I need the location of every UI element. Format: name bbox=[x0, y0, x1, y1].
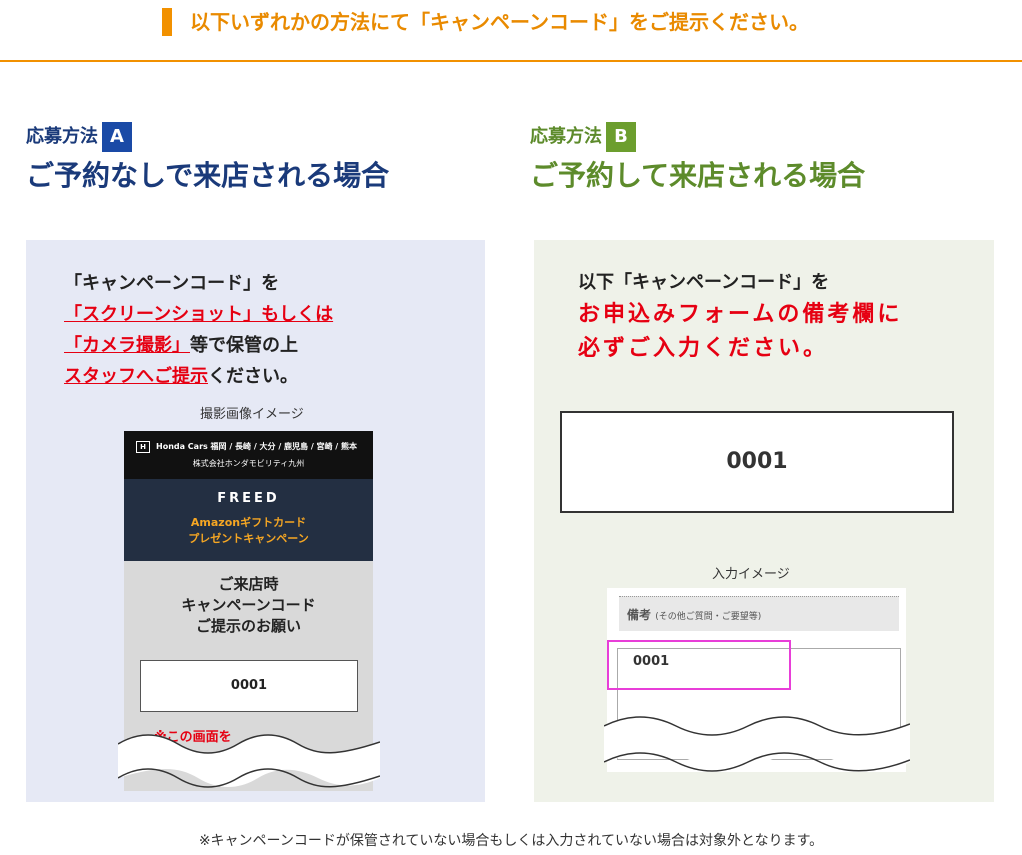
phone-msg-line3: ご提示のお願い bbox=[195, 617, 301, 635]
phone-brand: H Honda Cars 福岡 / 長崎 / 大分 / 鹿児島 / 宮崎 / 熊本 bbox=[136, 441, 357, 453]
method-a-label: 応募方法 A bbox=[26, 122, 389, 152]
method-a-line3-rest: 等で保管の上 bbox=[190, 335, 298, 356]
method-a-title: ご予約なしで来店される場合 bbox=[26, 159, 390, 192]
method-a-label-text: 応募方法 bbox=[26, 126, 98, 147]
phone-promo-text: Amazonギフトカード プレゼントキャンペーン bbox=[124, 515, 373, 547]
method-b-line1: 以下「キャンペーンコード」を bbox=[578, 272, 830, 293]
method-a-line3-red: 「カメラ撮影」 bbox=[64, 335, 190, 356]
form-label-text: 備考 bbox=[627, 608, 652, 622]
method-b-label-text: 応募方法 bbox=[530, 126, 602, 147]
method-a-line4-red: スタッフへご提示 bbox=[64, 366, 208, 387]
honda-logo-icon: H bbox=[136, 441, 150, 453]
method-a-badge: A bbox=[102, 122, 132, 152]
method-a-caption: 撮影画像イメージ bbox=[200, 407, 304, 422]
method-b-red-instructions: お申込みフォームの備考欄に 必ずご入力ください。 bbox=[578, 298, 902, 366]
footer-note: ※キャンペーンコードが保管されていない場合もしくは入力されていない場合は対象外と… bbox=[198, 833, 824, 849]
highlight-box bbox=[607, 640, 791, 690]
method-b-title: ご予約して来店される場合 bbox=[530, 159, 866, 192]
method-a-instructions: 「キャンペーンコード」を 「スクリーンショット」もしくは 「カメラ撮影」等で保管… bbox=[64, 268, 333, 392]
method-b-heading: 応募方法 B ご予約して来店される場合 bbox=[530, 122, 865, 194]
torn-edge-a bbox=[118, 734, 380, 788]
phone-message: ご来店時 キャンペーンコード ご提示のお願い bbox=[124, 574, 373, 637]
method-a-line4-rest: ください。 bbox=[208, 366, 298, 387]
header-divider bbox=[0, 60, 1022, 62]
header-accent-bar bbox=[162, 8, 172, 36]
method-b-line3: 必ずご入力ください。 bbox=[578, 336, 829, 361]
method-a-line3: 「カメラ撮影」等で保管の上 bbox=[64, 330, 333, 361]
method-b-badge: B bbox=[606, 122, 636, 152]
phone-promo-line1: Amazonギフトカード bbox=[190, 516, 307, 529]
phone-promo-banner: FREED Amazonギフトカード プレゼントキャンペーン bbox=[124, 479, 373, 561]
phone-model: FREED bbox=[217, 491, 280, 506]
campaign-code-box: 0001 bbox=[560, 411, 954, 513]
method-b-label: 応募方法 B bbox=[530, 122, 865, 152]
phone-promo-line2: プレゼントキャンペーン bbox=[188, 532, 309, 545]
phone-code-box: 0001 bbox=[140, 660, 358, 712]
method-a-line2: 「スクリーンショット」もしくは bbox=[64, 304, 334, 325]
torn-edge-b bbox=[604, 716, 910, 772]
phone-corp: 株式会社ホンダモビリティ九州 bbox=[192, 459, 305, 468]
phone-header: H Honda Cars 福岡 / 長崎 / 大分 / 鹿児島 / 宮崎 / 熊本… bbox=[124, 431, 373, 479]
form-remarks-label: 備考 (その他ご質問・ご要望等) bbox=[627, 606, 761, 623]
method-a-line1: 「キャンペーンコード」を bbox=[64, 273, 280, 294]
method-b-caption: 入力イメージ bbox=[712, 567, 790, 582]
phone-msg-line2: キャンペーンコード bbox=[181, 596, 316, 614]
method-a-line4: スタッフへご提示ください。 bbox=[64, 361, 333, 392]
method-b-line2: お申込みフォームの備考欄に bbox=[578, 302, 903, 327]
page-title: 以下いずれかの方法にて「キャンペーンコード」をご提示ください。 bbox=[190, 10, 809, 34]
method-a-heading: 応募方法 A ご予約なしで来店される場合 bbox=[26, 122, 389, 194]
phone-brand-text: Honda Cars 福岡 / 長崎 / 大分 / 鹿児島 / 宮崎 / 熊本 bbox=[156, 442, 358, 451]
phone-msg-line1: ご来店時 bbox=[218, 575, 279, 593]
form-remarks-header: 備考 (その他ご質問・ご要望等) bbox=[619, 596, 899, 631]
form-label-note: (その他ご質問・ご要望等) bbox=[655, 612, 762, 622]
